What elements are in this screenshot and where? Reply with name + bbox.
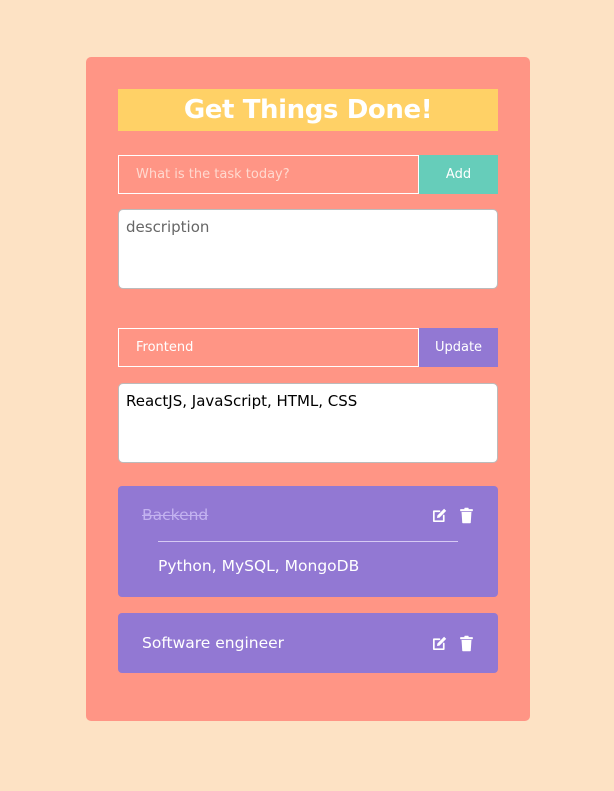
edit-description-input[interactable]: ReactJS, JavaScript, HTML, CSS [118,383,498,463]
description-input[interactable] [118,209,498,289]
task-actions [431,635,475,652]
task-card[interactable]: Backend Python, MySQL, MongoDB [118,486,498,597]
task-divider [158,541,458,542]
todo-panel: Get Things Done! Add Update ReactJS, Jav… [86,57,530,721]
update-button[interactable]: Update [419,328,498,367]
task-card-header: Software engineer [118,613,498,673]
new-task-form: Add [118,155,498,194]
edit-icon[interactable] [431,507,448,524]
app-title-banner: Get Things Done! [118,89,498,131]
task-title[interactable]: Software engineer [142,634,284,652]
add-button[interactable]: Add [419,155,498,194]
task-input[interactable] [118,155,419,194]
trash-icon[interactable] [458,507,475,524]
task-description: Python, MySQL, MongoDB [158,557,360,575]
task-title[interactable]: Backend [142,506,208,524]
task-card[interactable]: Software engineer [118,613,498,673]
task-actions [431,507,475,524]
app-title: Get Things Done! [183,95,433,125]
edit-task-input[interactable] [118,328,419,367]
trash-icon[interactable] [458,635,475,652]
task-card-header: Backend [118,486,498,544]
edit-icon[interactable] [431,635,448,652]
edit-task-form: Update [118,328,498,367]
